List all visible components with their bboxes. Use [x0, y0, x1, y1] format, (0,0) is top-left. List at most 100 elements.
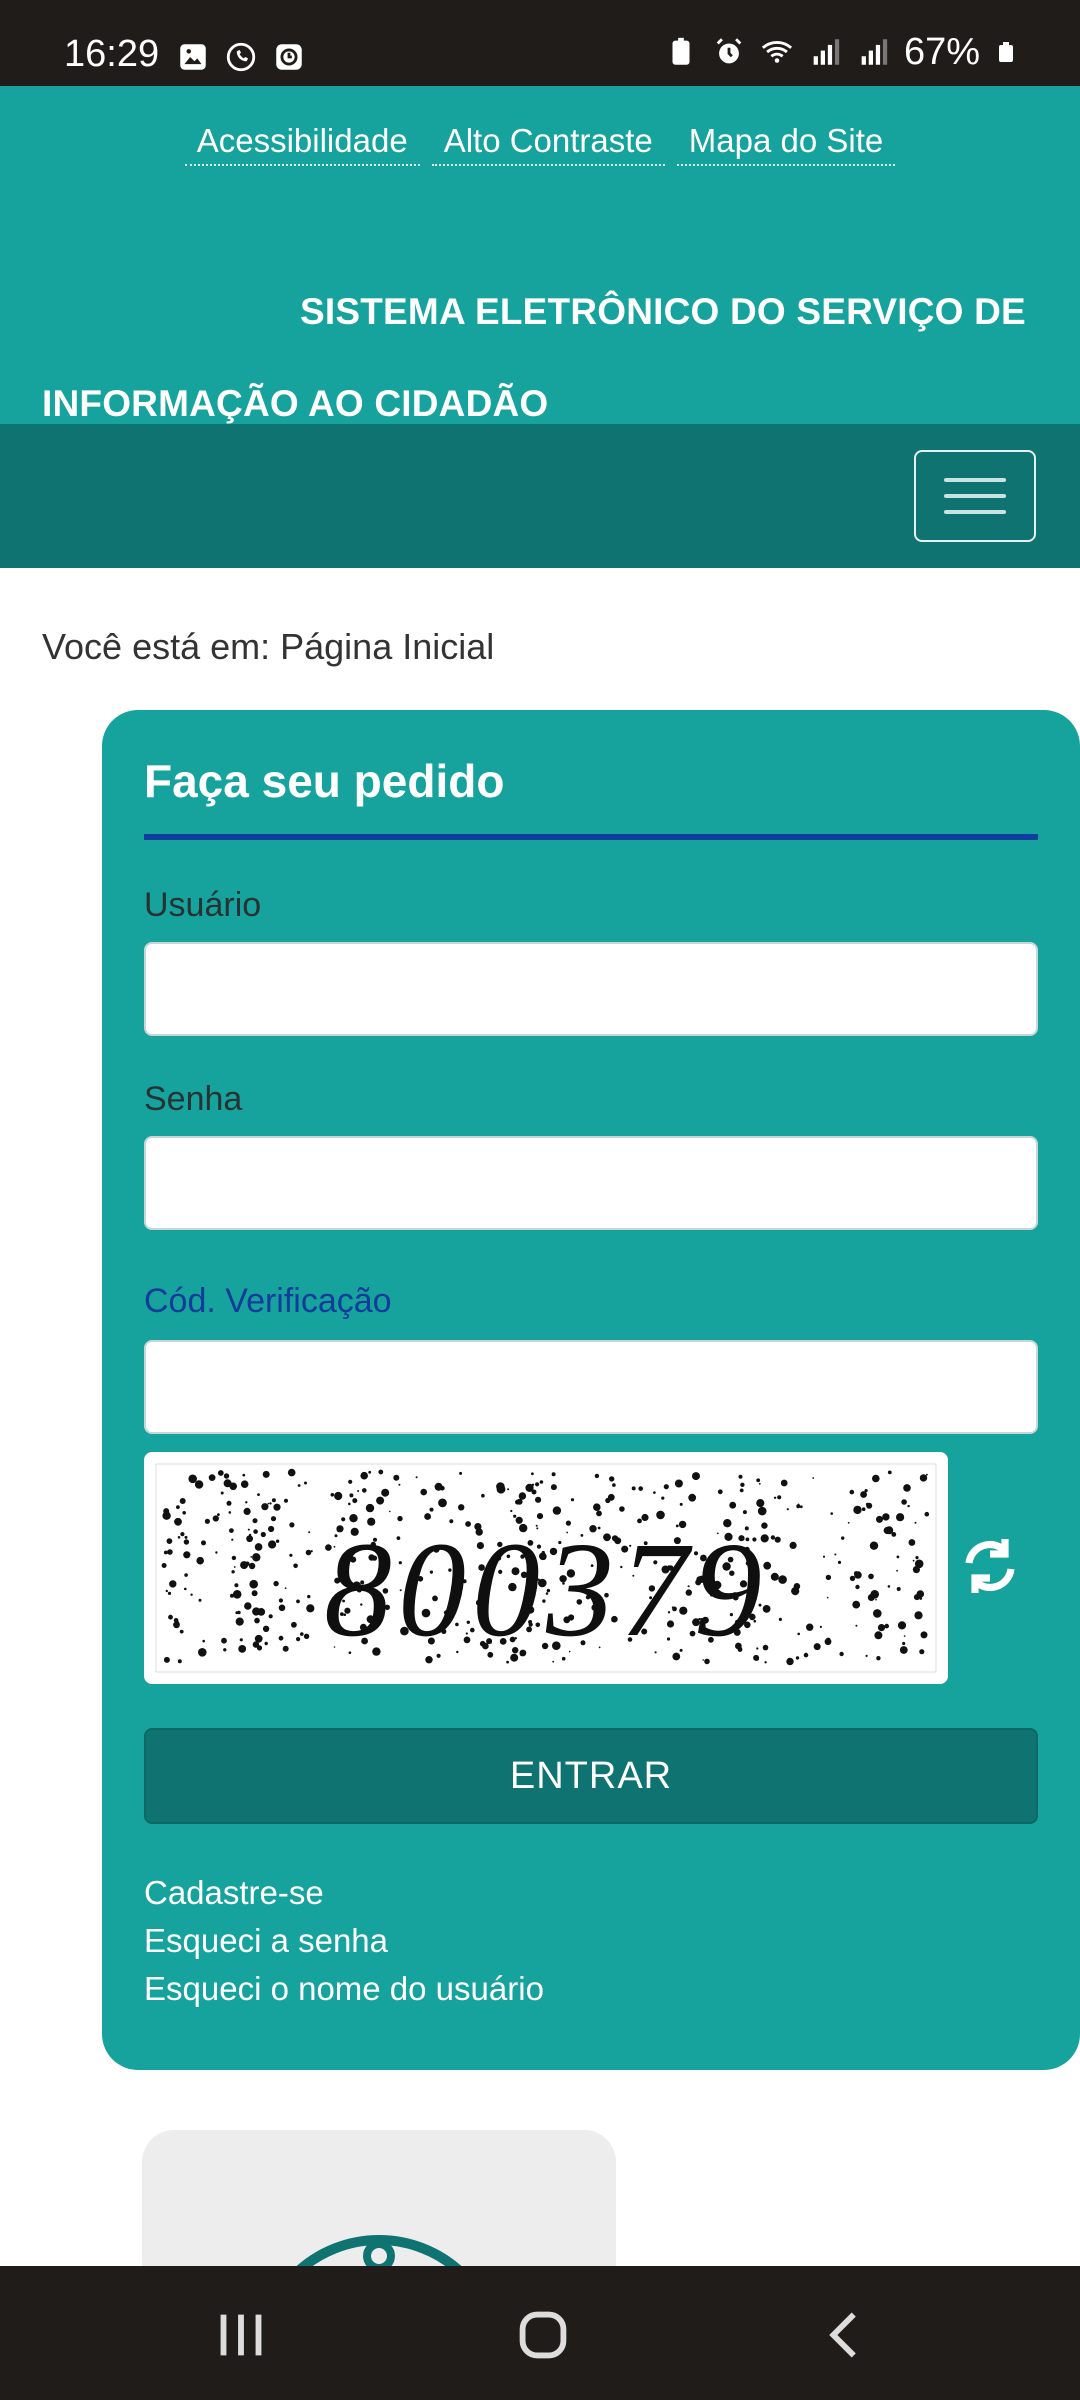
- accessibility-link[interactable]: Acessibilidade: [184, 122, 420, 166]
- captcha-noise-dot: [756, 1499, 765, 1508]
- recent-apps-icon[interactable]: [206, 2300, 276, 2370]
- captcha-noise-dot: [330, 1493, 335, 1497]
- captcha-noise-dot: [872, 1474, 880, 1483]
- captcha-noise-dot: [284, 1498, 288, 1503]
- captcha-noise-dot: [496, 1482, 505, 1491]
- captcha-noise-dot: [368, 1470, 372, 1474]
- captcha-noise-dot: [360, 1471, 368, 1480]
- captcha-noise-dot: [717, 1489, 723, 1495]
- captcha-noise-dot: [901, 1499, 907, 1505]
- captcha-noise-dot: [381, 1488, 390, 1497]
- captcha-noise-dot: [188, 1474, 197, 1484]
- captcha-noise-dot: [773, 1496, 777, 1499]
- captcha-noise-dot: [663, 1484, 669, 1490]
- captcha-noise-dot: [223, 1473, 230, 1479]
- android-navigation-bar: [0, 2266, 1080, 2400]
- verification-code-label: Cód. Verificação: [144, 1282, 392, 1320]
- captcha-noise-dot: [688, 1493, 697, 1502]
- menu-toggle-button[interactable]: [914, 450, 1036, 542]
- captcha-noise-dot: [593, 1503, 601, 1511]
- captcha-noise-dot: [903, 1484, 911, 1492]
- verification-code-input[interactable]: [144, 1340, 1038, 1434]
- whatsapp-icon: [226, 42, 256, 72]
- captcha-noise-dot: [226, 1500, 232, 1506]
- captcha-noise-dot: [812, 1477, 815, 1479]
- captcha-noise-dot: [887, 1470, 892, 1475]
- captcha-noise-dot: [531, 1472, 534, 1476]
- captcha-noise-dot: [609, 1476, 615, 1482]
- captcha-noise-dot: [674, 1479, 683, 1488]
- gallery-icon: [180, 44, 206, 70]
- captcha-noise-dot: [539, 1480, 544, 1484]
- captcha-noise-dot: [653, 1491, 656, 1494]
- refresh-captcha-icon[interactable]: [954, 1530, 1026, 1602]
- high-contrast-link[interactable]: Alto Contraste: [431, 122, 665, 166]
- captcha-noise-dot: [605, 1497, 611, 1504]
- captcha-noise-dot: [525, 1483, 534, 1492]
- captcha-noise-dot: [570, 1498, 575, 1502]
- captcha-noise-dot: [518, 1492, 527, 1500]
- captcha-noise-dot: [516, 1498, 523, 1505]
- info-card[interactable]: [142, 2130, 616, 2270]
- captcha-noise-dot: [849, 1489, 855, 1495]
- captcha-noise-dot: [861, 1507, 866, 1511]
- captcha-noise-dot: [348, 1479, 353, 1484]
- user-label: Usuário: [144, 886, 262, 924]
- captcha-noise-dot: [739, 1488, 744, 1493]
- captcha-noise-dot: [507, 1488, 510, 1491]
- signal-icon: [813, 39, 840, 65]
- captcha-noise-dot: [194, 1480, 204, 1489]
- info-icon: [292, 2235, 466, 2270]
- password-input[interactable]: [144, 1136, 1038, 1230]
- clock-app-icon: [276, 44, 302, 70]
- captcha-noise-dot: [398, 1483, 401, 1486]
- captcha-noise-dot: [220, 1491, 224, 1495]
- captcha-noise-dot: [551, 1472, 556, 1477]
- captcha-noise-dot: [440, 1485, 445, 1491]
- captcha-noise-dot: [429, 1507, 434, 1512]
- home-icon[interactable]: [508, 2300, 578, 2370]
- captcha-noise-dot: [271, 1498, 276, 1503]
- captcha-noise-dot: [393, 1474, 400, 1481]
- forgot-password-link[interactable]: Esqueci a senha: [144, 1922, 388, 1960]
- captcha-noise-dot: [261, 1503, 269, 1511]
- captcha-noise-dot: [481, 1493, 485, 1498]
- captcha-noise-dot: [594, 1473, 600, 1479]
- signal-2-icon: [861, 39, 888, 65]
- captcha-noise-dot: [550, 1484, 557, 1491]
- system-status: 67%: [664, 32, 1018, 72]
- site-header: Acessibilidade Alto Contraste Mapa do Si…: [0, 86, 1080, 424]
- captcha-noise-dot: [217, 1470, 224, 1476]
- captcha-noise-dot: [287, 1468, 296, 1477]
- enter-button[interactable]: ENTRAR: [144, 1728, 1038, 1824]
- captcha-noise-dot: [679, 1502, 683, 1506]
- captcha-noise-dot: [729, 1501, 737, 1509]
- captcha-noise-dot: [352, 1498, 358, 1504]
- captcha-noise-dot: [438, 1498, 447, 1508]
- status-time: 16:29: [64, 33, 160, 75]
- top-links: Acessibilidade Alto Contraste Mapa do Si…: [0, 122, 1080, 166]
- captcha-noise-dot: [796, 1504, 801, 1509]
- user-input[interactable]: [144, 942, 1038, 1036]
- captcha-noise-dot: [376, 1496, 385, 1505]
- captcha-noise-dot: [208, 1474, 216, 1481]
- back-icon[interactable]: [810, 2300, 880, 2370]
- status-bar: 16:29 67%: [0, 0, 1080, 86]
- captcha-noise-dot: [273, 1503, 281, 1511]
- captcha-noise-dot: [349, 1493, 354, 1498]
- captcha-noise-dot: [357, 1490, 360, 1492]
- captcha-noise-dot: [240, 1480, 249, 1488]
- forgot-username-link[interactable]: Esqueci o nome do usuário: [144, 1970, 544, 2008]
- captcha-noise-dot: [638, 1486, 643, 1491]
- register-link[interactable]: Cadastre-se: [144, 1874, 324, 1912]
- captcha-noise-dot: [780, 1479, 788, 1487]
- site-map-link[interactable]: Mapa do Site: [676, 122, 896, 166]
- captcha-noise-dot: [176, 1505, 180, 1509]
- captcha-noise-dot: [631, 1486, 636, 1491]
- wifi-icon: [761, 41, 793, 63]
- battery-percent: 67%: [903, 31, 980, 73]
- captcha-image: 800379: [144, 1452, 948, 1684]
- captcha-noise-dot: [304, 1481, 307, 1485]
- notification-icons: [176, 40, 306, 74]
- captcha-noise-dot: [919, 1474, 928, 1482]
